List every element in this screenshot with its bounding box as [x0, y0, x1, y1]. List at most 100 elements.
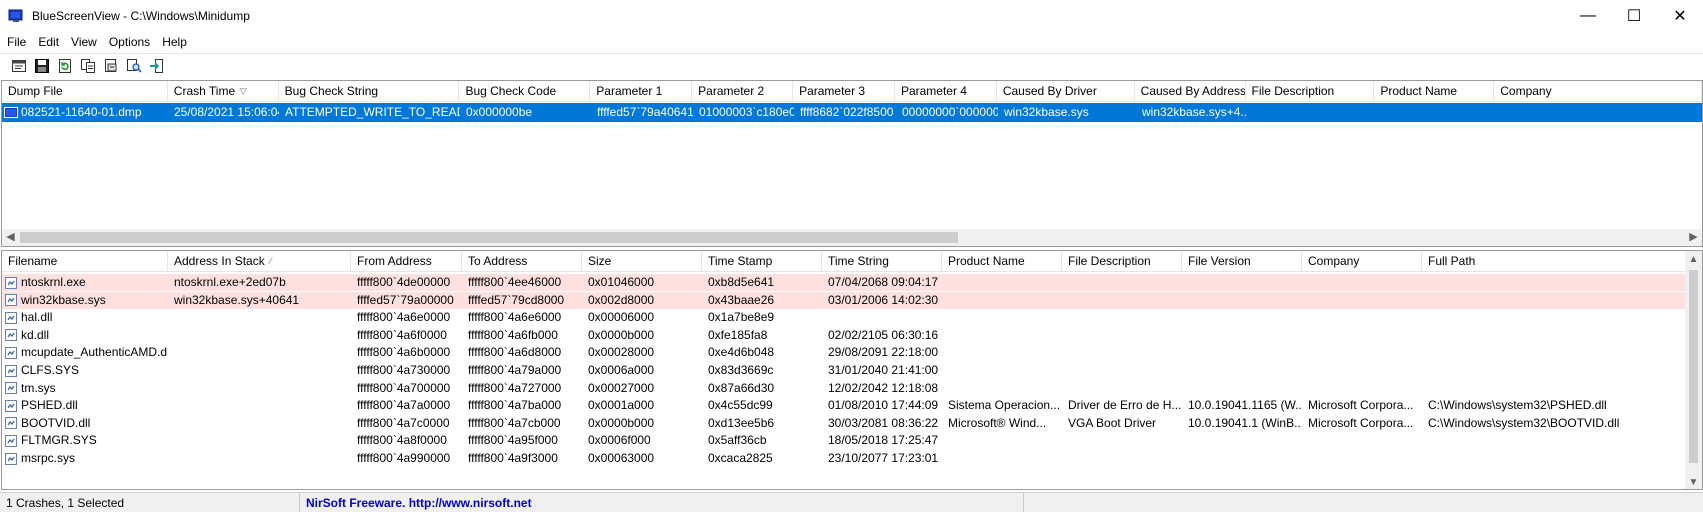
- cell-bug-check-string: ATTEMPTED_WRITE_TO_READON...: [285, 105, 460, 119]
- cell-file-description: [1062, 362, 1182, 379]
- driver-row[interactable]: hal.dll fffff800`4a6e0000 fffff800`4a6e600…: [2, 309, 1687, 326]
- cell-company: [1302, 450, 1422, 467]
- nirsoft-link[interactable]: NirSoft Freeware. http://www.nirsoft.net: [300, 492, 1024, 512]
- scroll-right-icon[interactable]: ▶: [1685, 229, 1702, 246]
- col-product-name[interactable]: Product Name: [1374, 81, 1495, 102]
- refresh-button[interactable]: [56, 57, 74, 75]
- cell-time-string: [822, 309, 942, 326]
- driver-list-vscrollbar[interactable]: ▲ ▼: [1685, 251, 1702, 489]
- col-parameter-4[interactable]: Parameter 4: [895, 81, 997, 102]
- col-full-path[interactable]: Full Path: [1422, 251, 1687, 272]
- col-filename[interactable]: Filename: [2, 251, 168, 272]
- menu-options[interactable]: Options: [103, 32, 156, 52]
- driver-row[interactable]: ntoskrnl.exe ntoskrnl.exe+2ed07b fffff800`…: [2, 274, 1687, 291]
- col-time-stamp[interactable]: Time Stamp: [702, 251, 822, 272]
- col-file-description-2[interactable]: File Description: [1062, 251, 1182, 272]
- driver-row[interactable]: msrpc.sys fffff800`4a990000 fffff800`4a9f3…: [2, 450, 1687, 467]
- col-bug-check-code[interactable]: Bug Check Code: [459, 81, 591, 102]
- col-parameter-3[interactable]: Parameter 3: [793, 81, 895, 102]
- driver-file-icon: [5, 311, 17, 324]
- col-parameter-2[interactable]: Parameter 2: [692, 81, 794, 102]
- cell-full-path: [1422, 362, 1687, 379]
- menu-edit[interactable]: Edit: [32, 32, 65, 52]
- hscroll-thumb[interactable]: [20, 232, 958, 243]
- menu-file[interactable]: File: [0, 32, 32, 52]
- crash-list-hscrollbar[interactable]: ◀ ▶: [2, 229, 1702, 246]
- col-parameter-1[interactable]: Parameter 1: [590, 81, 693, 102]
- cell-full-path: [1422, 380, 1687, 397]
- crash-row[interactable]: 082521-11640-01.dmp 25/08/2021 15:06:04 …: [2, 103, 1702, 122]
- close-button[interactable]: ✕: [1657, 0, 1703, 32]
- col-product-name-2[interactable]: Product Name: [942, 251, 1062, 272]
- cell-from-address: fffff800`4a7a0000: [357, 398, 451, 413]
- col-crash-time[interactable]: Crash Time ▽: [168, 81, 279, 102]
- cell-parameter-3: ffff8682`022f8500: [800, 105, 894, 119]
- status-empty: [1024, 493, 1703, 512]
- scroll-down-icon[interactable]: ▼: [1685, 474, 1702, 489]
- cell-address-in-stack: [168, 450, 351, 467]
- driver-row[interactable]: PSHED.dll fffff800`4a7a0000 fffff800`4a7ba…: [2, 397, 1687, 414]
- cell-company: [1302, 274, 1422, 291]
- col-to-address[interactable]: To Address: [462, 251, 582, 272]
- properties-button[interactable]: [10, 57, 28, 75]
- save-icon: [35, 58, 49, 73]
- cell-parameter-4: 00000000`000000...: [902, 105, 998, 119]
- cell-full-path: [1422, 450, 1687, 467]
- cell-size: 0x00028000: [588, 345, 655, 360]
- cell-filename: BOOTVID.dll: [2, 415, 168, 432]
- scroll-left-icon[interactable]: ◀: [2, 229, 19, 246]
- minimize-button[interactable]: —: [1565, 0, 1611, 32]
- col-time-string[interactable]: Time String: [822, 251, 942, 272]
- cell-full-path: C:\Windows\system32\PSHED.dll: [1428, 398, 1607, 413]
- col-dump-file[interactable]: Dump File: [2, 81, 168, 102]
- cell-time-stamp: 0x1a7be8e9: [708, 310, 775, 325]
- driver-row[interactable]: BOOTVID.dll fffff800`4a7c0000 fffff800`4a7…: [2, 415, 1687, 432]
- html-report-icon: [105, 58, 117, 72]
- cell-file-version: [1182, 380, 1302, 397]
- exit-button[interactable]: [148, 57, 166, 75]
- driver-row[interactable]: mcupdate_AuthenticAMD.dll fffff800`4a6b00…: [2, 344, 1687, 361]
- cell-product-name: [942, 344, 1062, 361]
- vscroll-thumb[interactable]: [1689, 270, 1698, 463]
- cell-to-address: fffff800`4a9f3000: [468, 451, 558, 465]
- driver-row[interactable]: FLTMGR.SYS fffff800`4a8f0000 fffff800`4a95…: [2, 432, 1687, 449]
- cell-full-path: [1422, 344, 1687, 361]
- copy-button[interactable]: [79, 57, 97, 75]
- driver-file-icon: [5, 294, 17, 307]
- cell-to-address: ffffed57`79cd8000: [468, 292, 565, 307]
- cell-from-address: fffff800`4de00000: [357, 275, 451, 289]
- cell-filename: FLTMGR.SYS: [2, 432, 168, 449]
- save-button[interactable]: [33, 57, 51, 75]
- cell-time-stamp: 0xd13ee5b6: [708, 415, 775, 430]
- cell-full-path: [1422, 274, 1687, 291]
- col-from-address[interactable]: From Address: [351, 251, 462, 272]
- find-button[interactable]: [125, 57, 143, 75]
- col-caused-by-address[interactable]: Caused By Address: [1135, 81, 1246, 102]
- col-company[interactable]: Company: [1494, 81, 1702, 102]
- scroll-up-icon[interactable]: ▲: [1685, 251, 1702, 268]
- html-report-button[interactable]: [102, 57, 120, 75]
- driver-file-icon: [5, 364, 17, 377]
- cell-time-stamp: 0xcaca2825: [708, 451, 773, 465]
- cell-filename: mcupdate_AuthenticAMD.dll: [2, 344, 168, 361]
- col-file-description[interactable]: File Description: [1246, 81, 1375, 102]
- toolbar: [0, 53, 1703, 77]
- menu-help[interactable]: Help: [156, 32, 193, 52]
- cell-filename: tm.sys: [2, 380, 168, 397]
- col-caused-by-driver[interactable]: Caused By Driver: [997, 81, 1135, 102]
- menu-view[interactable]: View: [65, 32, 103, 52]
- col-file-version[interactable]: File Version: [1182, 251, 1302, 272]
- maximize-button[interactable]: ☐: [1611, 0, 1657, 32]
- col-size[interactable]: Size: [582, 251, 702, 272]
- driver-list[interactable]: Filename Address In Stack ⁄ From Address …: [1, 250, 1703, 490]
- col-company-2[interactable]: Company: [1302, 251, 1422, 272]
- cell-company: [1302, 380, 1422, 397]
- driver-row[interactable]: win32kbase.sys win32kbase.sys+40641 ffffed…: [2, 291, 1687, 309]
- col-address-in-stack[interactable]: Address In Stack ⁄: [168, 251, 351, 272]
- crash-list[interactable]: Dump File Crash Time ▽ Bug Check String B…: [1, 80, 1703, 247]
- driver-row[interactable]: tm.sys fffff800`4a700000 fffff800`4a727000…: [2, 380, 1687, 397]
- cell-to-address: fffff800`4a79a000: [468, 363, 562, 377]
- driver-row[interactable]: CLFS.SYS fffff800`4a730000 fffff800`4a79a0…: [2, 362, 1687, 379]
- driver-row[interactable]: kd.dll fffff800`4a6f0000 fffff800`4a6fb000…: [2, 327, 1687, 344]
- col-bug-check-string[interactable]: Bug Check String: [279, 81, 460, 102]
